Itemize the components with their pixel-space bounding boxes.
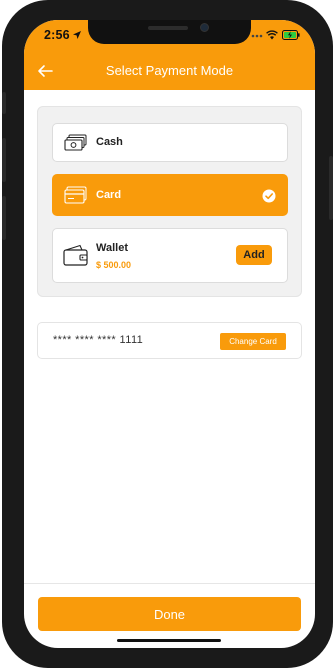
change-card-button[interactable]: Change Card xyxy=(220,333,286,350)
mute-switch xyxy=(2,92,6,114)
payment-option-wallet[interactable]: Wallet $ 500.00 Add xyxy=(52,228,288,283)
home-indicator[interactable] xyxy=(117,639,221,642)
payment-options-panel: Cash Card Wallet $ 500.00 Add xyxy=(37,106,302,297)
page-title: Select Payment Mode xyxy=(105,63,234,78)
credit-card-icon xyxy=(64,186,87,204)
status-bar: 2:56 xyxy=(24,20,315,52)
volume-down-button xyxy=(2,196,6,240)
power-button xyxy=(329,156,333,220)
payment-option-cash[interactable]: Cash xyxy=(52,123,288,162)
front-camera xyxy=(200,23,209,32)
selected-card-row: **** **** **** 1111 Change Card xyxy=(37,322,302,359)
location-arrow-icon xyxy=(73,31,81,39)
wifi-icon xyxy=(266,30,278,40)
notch xyxy=(88,20,251,44)
wallet-icon xyxy=(63,244,88,266)
status-time: 2:56 xyxy=(44,28,70,42)
wallet-balance: $ 500.00 xyxy=(96,260,132,270)
masked-card-number: **** **** **** 1111 xyxy=(53,334,144,346)
volume-up-button xyxy=(2,138,6,182)
payment-option-label: Cash xyxy=(96,136,123,148)
payment-option-label: Wallet xyxy=(96,242,128,254)
cash-icon xyxy=(64,134,87,151)
check-circle-icon xyxy=(262,189,276,203)
app-bar: Select Payment Mode xyxy=(24,52,315,90)
done-button[interactable]: Done xyxy=(38,597,301,631)
payment-option-card[interactable]: Card xyxy=(52,174,288,216)
screen: 2:56 Select Payment Mode Cash Card Walle… xyxy=(24,20,315,648)
signal-icon xyxy=(251,34,263,38)
divider xyxy=(24,583,315,584)
speaker-grille xyxy=(148,26,188,30)
payment-option-label: Card xyxy=(96,189,122,201)
phone-frame: 2:56 Select Payment Mode Cash Card Walle… xyxy=(2,0,333,668)
add-money-button[interactable]: Add xyxy=(236,245,272,265)
battery-charging-icon xyxy=(282,30,300,40)
